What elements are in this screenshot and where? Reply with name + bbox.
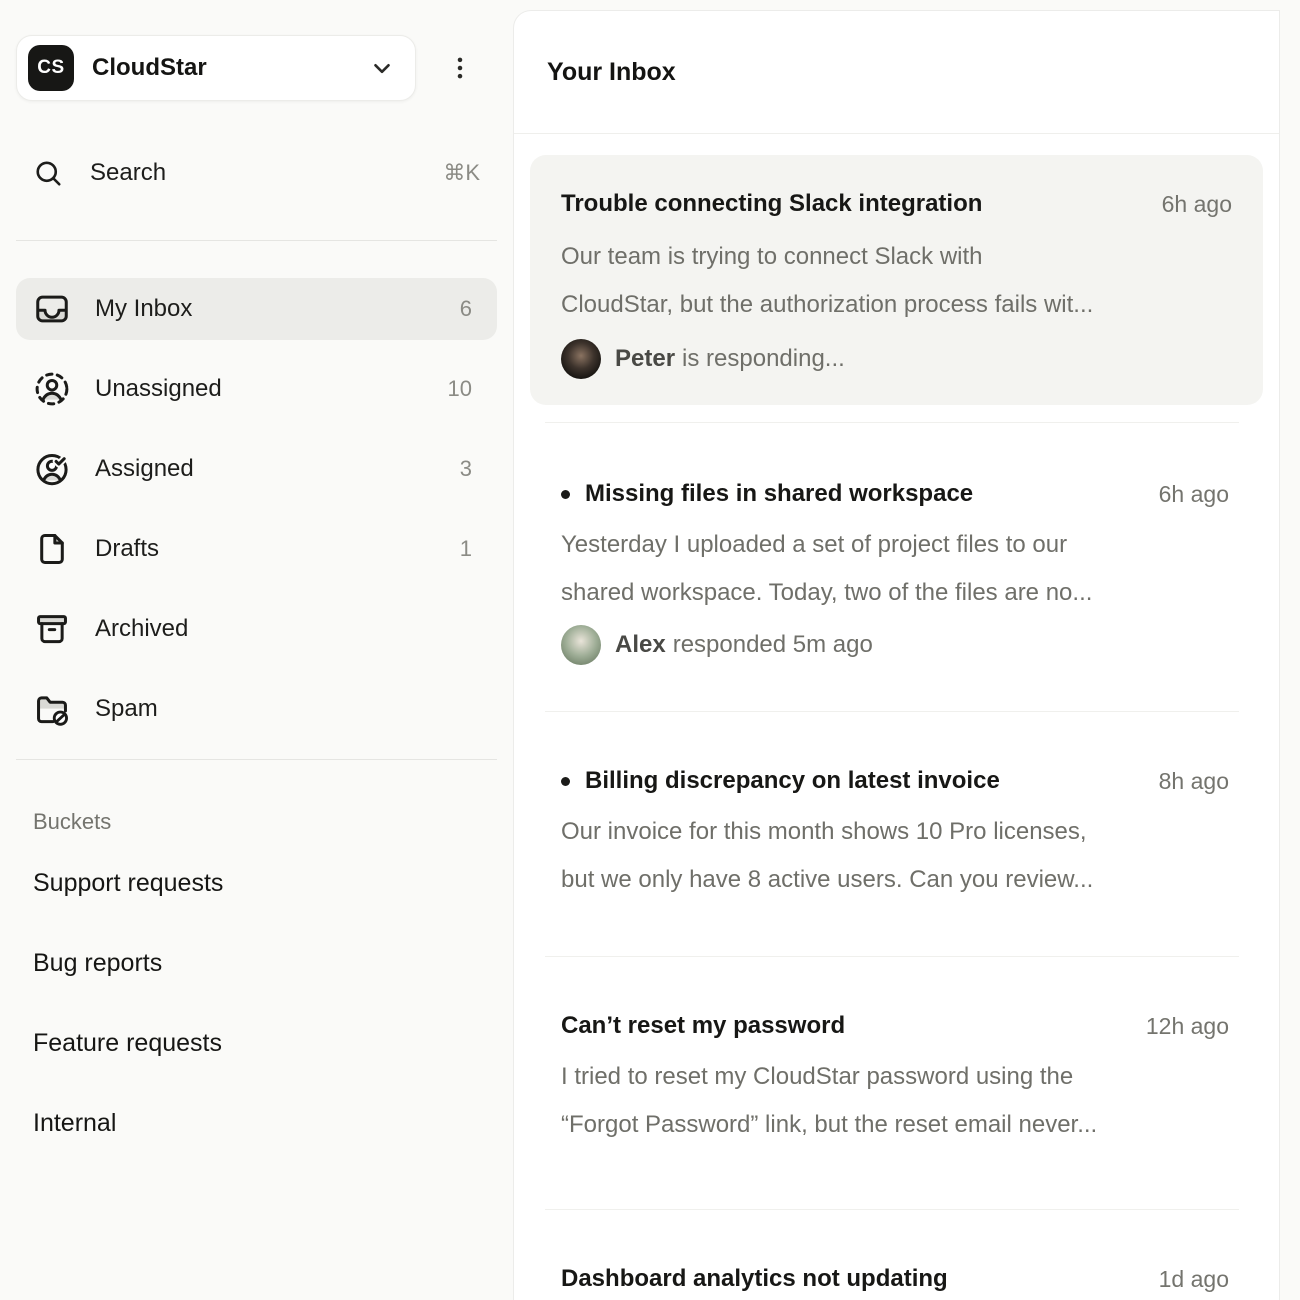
workspace-row: CS CloudStar: [16, 35, 497, 101]
kebab-menu-button[interactable]: [438, 46, 482, 90]
workspace-name: CloudStar: [92, 54, 207, 82]
user-dashed-icon: [33, 370, 71, 408]
conversation-title: Trouble connecting Slack integration: [561, 189, 982, 219]
sidebar-item-drafts[interactable]: Drafts 1: [16, 518, 497, 580]
sidebar-item-count: 1: [460, 536, 472, 562]
sidebar-item-count: 6: [460, 296, 472, 322]
conversation-item[interactable]: Missing files in shared workspace 6h ago…: [545, 422, 1239, 711]
conversation-time: 12h ago: [1126, 1013, 1229, 1040]
workspace-switcher[interactable]: CS CloudStar: [16, 35, 416, 101]
sidebar-nav: My Inbox 6 Unassigned 10: [16, 278, 497, 740]
inbox-icon: [33, 290, 71, 328]
conversation-title: Billing discrepancy on latest invoice: [585, 766, 1000, 796]
main-header: Your Inbox: [514, 11, 1279, 134]
conversation-item[interactable]: Can’t reset my password 12h ago I tried …: [545, 956, 1239, 1209]
sidebar-item-label: Drafts: [95, 535, 159, 563]
sidebar-item-my-inbox[interactable]: My Inbox 6: [16, 278, 497, 340]
buckets-header: Buckets: [33, 810, 497, 834]
bucket-item-feature-requests[interactable]: Feature requests: [16, 1012, 497, 1074]
workspace-logo: CS: [28, 45, 74, 91]
archive-icon: [33, 610, 71, 648]
sidebar-item-label: Assigned: [95, 455, 194, 483]
bucket-item-internal[interactable]: Internal: [16, 1092, 497, 1154]
sidebar-item-archived[interactable]: Archived: [16, 598, 497, 660]
search-label: Search: [90, 159, 166, 187]
status-text: Alexresponded 5m ago: [615, 631, 873, 659]
page-title: Your Inbox: [547, 58, 676, 87]
conversation-time: 1d ago: [1139, 1266, 1229, 1293]
conversation-time: 6h ago: [1139, 481, 1229, 508]
file-icon: [33, 530, 71, 568]
folder-ban-icon: [33, 690, 71, 728]
sidebar-divider: [16, 759, 497, 760]
sidebar-item-unassigned[interactable]: Unassigned 10: [16, 358, 497, 420]
app-root: CS CloudStar Search ⌘K: [0, 0, 1300, 1300]
sidebar-item-label: Unassigned: [95, 375, 222, 403]
peter-avatar: [561, 339, 601, 379]
user-check-icon: [33, 450, 71, 488]
unread-dot: [561, 490, 570, 499]
conversation-preview: I tried to reset my CloudStar password u…: [561, 1053, 1229, 1149]
sidebar: CS CloudStar Search ⌘K: [0, 0, 513, 1300]
sidebar-item-label: My Inbox: [95, 295, 192, 323]
unread-dot: [561, 777, 570, 786]
status-text: Peteris responding...: [615, 345, 845, 373]
sidebar-item-count: 10: [448, 376, 472, 402]
conversation-title: Missing files in shared workspace: [585, 479, 973, 509]
conversation-status: Peteris responding...: [561, 339, 1232, 379]
sidebar-item-count: 3: [460, 456, 472, 482]
search-icon: [33, 158, 63, 188]
conversation-preview: Our invoice for this month shows 10 Pro …: [561, 808, 1229, 904]
bucket-item-support-requests[interactable]: Support requests: [16, 852, 497, 914]
conversation-item[interactable]: Billing discrepancy on latest invoice 8h…: [545, 711, 1239, 956]
main-panel: Your Inbox Trouble connecting Slack inte…: [513, 10, 1280, 1300]
conversation-time: 8h ago: [1139, 768, 1229, 795]
sidebar-divider: [16, 240, 497, 241]
conversation-time: 6h ago: [1142, 191, 1232, 218]
search-button[interactable]: Search ⌘K: [16, 141, 497, 205]
sidebar-item-label: Spam: [95, 695, 158, 723]
conversation-item[interactable]: Trouble connecting Slack integration 6h …: [530, 155, 1263, 405]
conversation-item[interactable]: Dashboard analytics not updating 1d ago: [545, 1209, 1239, 1300]
chevron-down-icon: [369, 55, 395, 81]
search-shortcut: ⌘K: [443, 160, 480, 186]
conversation-title: Can’t reset my password: [561, 1011, 845, 1041]
sidebar-item-spam[interactable]: Spam: [16, 678, 497, 740]
bucket-item-bug-reports[interactable]: Bug reports: [16, 932, 497, 994]
conversation-status: Alexresponded 5m ago: [561, 625, 1229, 665]
conversation-title: Dashboard analytics not updating: [561, 1264, 948, 1294]
conversation-preview: Our team is trying to connect Slack with…: [561, 233, 1232, 329]
conversation-preview: Yesterday I uploaded a set of project fi…: [561, 521, 1229, 617]
sidebar-item-assigned[interactable]: Assigned 3: [16, 438, 497, 500]
sidebar-item-label: Archived: [95, 615, 188, 643]
alex-avatar: [561, 625, 601, 665]
kebab-menu-icon: [447, 55, 473, 81]
